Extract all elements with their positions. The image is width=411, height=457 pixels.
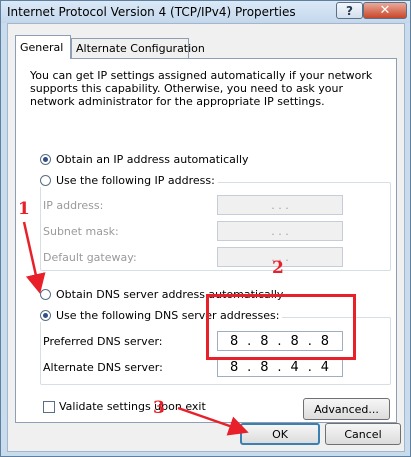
arrow-to-ok-button bbox=[177, 406, 249, 436]
tab-general-label: General bbox=[20, 41, 64, 54]
arrow-to-dns-radio bbox=[22, 221, 46, 294]
annotation-arrows bbox=[22, 221, 249, 436]
tab-general[interactable]: General bbox=[15, 35, 71, 59]
